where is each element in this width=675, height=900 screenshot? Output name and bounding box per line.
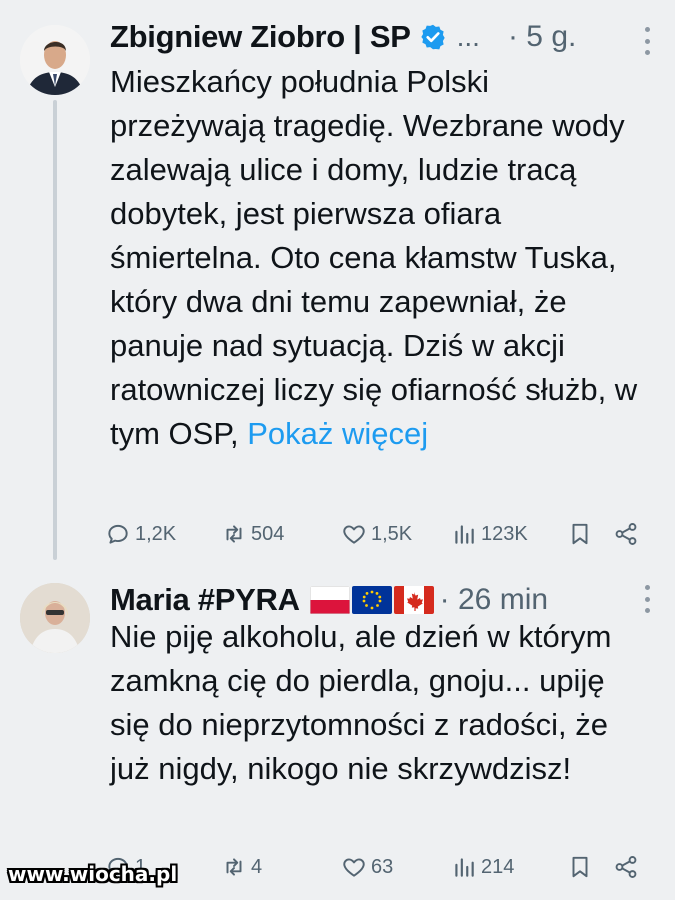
person-suit-avatar-icon: [20, 25, 90, 95]
repost-count: 4: [251, 855, 263, 878]
tweet-text: Nie piję alkoholu, ale dzień w którym za…: [110, 619, 612, 786]
repost-icon: [226, 858, 242, 876]
canada-flag-icon: [393, 586, 434, 614]
like-count: 63: [371, 855, 394, 878]
more-options-icon[interactable]: [643, 585, 651, 613]
author-name[interactable]: Maria #PYRA: [110, 582, 300, 618]
name-overflow: ...: [456, 21, 480, 52]
views-bar-chart-icon: [455, 525, 474, 544]
tweet-maria[interactable]: Maria #PYRA · 26 min Nie piję alkoholu, …: [0, 575, 675, 900]
views-button[interactable]: 214: [451, 854, 514, 880]
bookmark-button[interactable]: [567, 854, 593, 880]
more-options-icon[interactable]: [643, 27, 651, 55]
view-count: 123K: [481, 522, 528, 545]
watermark: www.wiocha.pl: [8, 862, 178, 886]
show-more-link[interactable]: Pokaż więcej: [247, 416, 428, 451]
avatar[interactable]: [20, 25, 90, 95]
tweet-body: Mieszkańcy południa Polski przeżywają tr…: [110, 64, 638, 451]
bookmark-icon: [572, 856, 588, 878]
eu-flag-icon: [351, 586, 392, 614]
repost-icon: [226, 525, 242, 543]
timestamp[interactable]: · 5 g.: [508, 20, 576, 54]
like-button[interactable]: 1,5K: [341, 521, 412, 547]
repost-button[interactable]: 504: [221, 521, 284, 547]
author-name[interactable]: Zbigniew Ziobro | SP: [110, 19, 411, 55]
reply-count: 1,2K: [135, 522, 177, 545]
reply-icon: [108, 524, 128, 544]
woman-avatar-icon: [20, 583, 90, 653]
flag-list: [309, 586, 434, 614]
thread-line: [53, 100, 57, 560]
repost-button[interactable]: 4: [221, 854, 262, 880]
tweet-text: Mieszkańcy południa Polski przeżywają tr…: [110, 60, 650, 456]
poland-flag-icon: [309, 586, 350, 614]
share-button[interactable]: [613, 521, 639, 547]
share-icon: [615, 856, 637, 878]
views-button[interactable]: 123K: [451, 521, 528, 547]
views-bar-chart-icon: [455, 858, 474, 877]
avatar[interactable]: [20, 583, 90, 653]
heart-icon: [343, 858, 365, 877]
tweet-header: Zbigniew Ziobro | SP ... · 5 g.: [110, 12, 655, 62]
share-icon: [615, 523, 637, 545]
tweet-ziobro[interactable]: Zbigniew Ziobro | SP ... · 5 g. Mieszkań…: [0, 0, 675, 575]
like-button[interactable]: 63: [341, 854, 393, 880]
bookmark-button[interactable]: [567, 521, 593, 547]
verified-badge-icon: [420, 24, 445, 50]
heart-icon: [343, 525, 365, 544]
repost-count: 504: [251, 522, 285, 545]
action-bar: 1 4 63 214: [105, 847, 650, 887]
view-count: 214: [481, 855, 515, 878]
timestamp[interactable]: · 26 min: [440, 583, 548, 617]
reply-button[interactable]: 1,2K: [105, 521, 176, 547]
like-count: 1,5K: [371, 522, 413, 545]
action-bar: 1,2K 504 1,5K 123K: [105, 514, 650, 554]
bookmark-icon: [572, 523, 588, 545]
share-button[interactable]: [613, 854, 639, 880]
